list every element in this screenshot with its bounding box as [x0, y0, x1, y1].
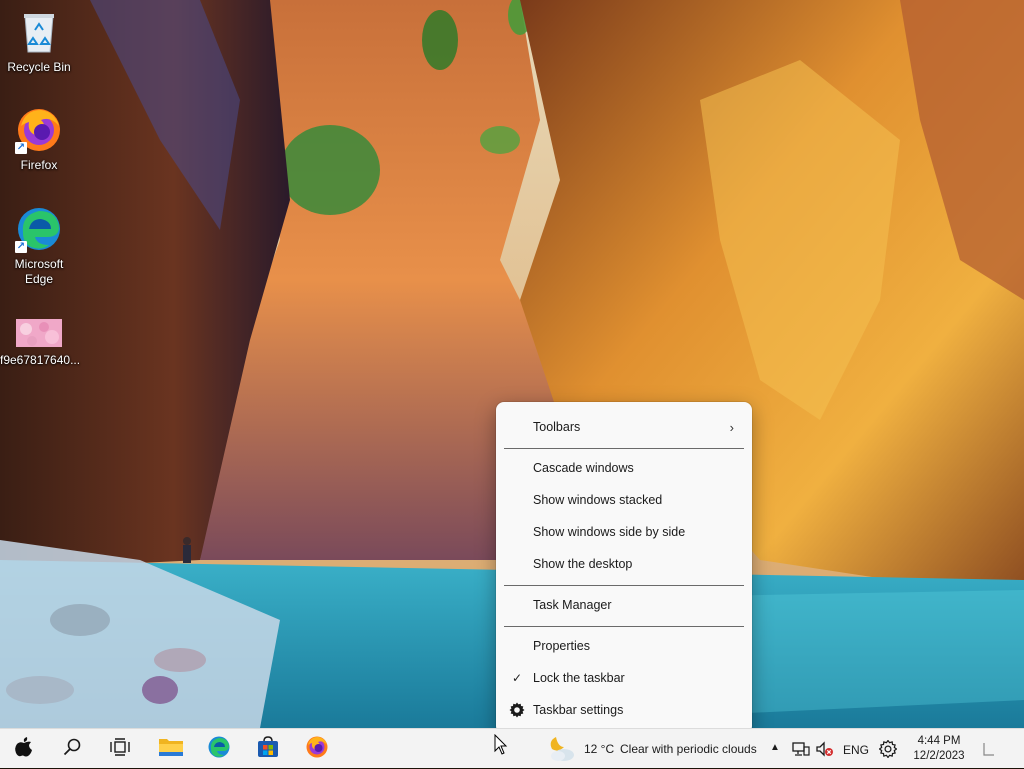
- store-icon: [256, 735, 280, 764]
- menu-item-label: Properties: [533, 639, 590, 653]
- search-button[interactable]: [52, 729, 92, 769]
- clock[interactable]: 4:44 PM 12/2/2023: [908, 734, 970, 764]
- shortcut-arrow-icon: ↗: [15, 241, 27, 253]
- search-icon: [63, 738, 81, 761]
- folder-icon: [158, 736, 184, 763]
- taskbar-context-menu: Toolbars › Cascade windows Show windows …: [496, 402, 752, 734]
- desktop-icon-label: Firefox: [20, 158, 58, 172]
- language-indicator[interactable]: ENG: [843, 743, 869, 757]
- edge-taskbar-button[interactable]: [199, 729, 239, 769]
- firefox-icon: [305, 735, 329, 764]
- menu-item-taskbar-settings[interactable]: Taskbar settings: [500, 695, 748, 725]
- desktop-icon-label: f9e67817640...: [0, 353, 81, 367]
- firefox-taskbar-button[interactable]: [297, 729, 337, 769]
- menu-item-label: Show windows side by side: [533, 525, 686, 539]
- menu-item-label: Task Manager: [533, 598, 612, 612]
- start-button[interactable]: [4, 729, 44, 769]
- image-file-icon: [16, 319, 62, 349]
- menu-separator: [504, 626, 744, 627]
- taskbar: 12 °C Clear with periodic clouds ▲ ENG 4…: [0, 728, 1024, 768]
- menu-item-label: Toolbars: [533, 420, 581, 434]
- edge-icon: [207, 735, 231, 764]
- desktop-icon-microsoft-edge[interactable]: ↗ Microsoft Edge: [0, 205, 78, 287]
- desktop-icon-label: Microsoft Edge: [14, 257, 64, 286]
- show-hidden-icons-chevron[interactable]: ▲: [770, 742, 780, 753]
- shortcut-arrow-icon: ↗: [15, 142, 27, 154]
- clock-time: 4:44 PM: [917, 735, 961, 747]
- menu-separator: [504, 585, 744, 586]
- task-view-button[interactable]: [100, 729, 140, 769]
- menu-separator: [504, 448, 744, 449]
- menu-item-label: Taskbar settings: [533, 703, 624, 717]
- show-desktop-icon[interactable]: [982, 741, 996, 762]
- recycle-bin-icon: [15, 8, 63, 56]
- network-icon[interactable]: [792, 741, 810, 762]
- weather-widget[interactable]: 12 °C Clear with periodic clouds: [540, 729, 762, 769]
- weather-temperature: 12 °C: [584, 742, 615, 756]
- menu-item-cascade-windows[interactable]: Cascade windows: [500, 453, 748, 483]
- gear-icon: [509, 702, 525, 721]
- partly-cloudy-icon: [544, 735, 576, 768]
- weather-condition: Clear with periodic clouds: [620, 742, 757, 756]
- edge-icon: ↗: [15, 205, 63, 253]
- menu-item-show-windows-side-by-side[interactable]: Show windows side by side: [500, 517, 748, 547]
- menu-item-properties[interactable]: Properties: [500, 631, 748, 661]
- menu-item-label: Show windows stacked: [533, 493, 663, 507]
- menu-item-toolbars[interactable]: Toolbars ›: [500, 412, 748, 442]
- firefox-icon: ↗: [15, 106, 63, 154]
- menu-item-label: Cascade windows: [533, 461, 634, 475]
- menu-item-show-the-desktop[interactable]: Show the desktop: [500, 549, 748, 579]
- start-icon: [13, 736, 35, 763]
- checkmark-icon: ✓: [512, 671, 523, 685]
- desktop-icon-label: Recycle Bin: [7, 60, 71, 74]
- file-explorer-button[interactable]: [151, 729, 191, 769]
- gear-icon[interactable]: [878, 739, 898, 763]
- desktop-icon-image-file[interactable]: f9e67817640...: [0, 319, 81, 368]
- microsoft-store-button[interactable]: [248, 729, 288, 769]
- menu-item-lock-the-taskbar[interactable]: ✓ Lock the taskbar: [500, 663, 748, 693]
- menu-item-task-manager[interactable]: Task Manager: [500, 590, 748, 620]
- volume-muted-icon[interactable]: [815, 741, 835, 762]
- desktop-icon-recycle-bin[interactable]: Recycle Bin: [0, 8, 78, 75]
- clock-date: 12/2/2023: [913, 750, 965, 762]
- desktop-icon-firefox[interactable]: ↗ Firefox: [0, 106, 78, 173]
- chevron-right-icon: ›: [729, 419, 734, 435]
- menu-item-show-windows-stacked[interactable]: Show windows stacked: [500, 485, 748, 515]
- menu-item-label: Lock the taskbar: [533, 671, 625, 685]
- mouse-cursor-icon: [494, 733, 508, 761]
- menu-item-label: Show the desktop: [533, 557, 633, 571]
- task-view-icon: [110, 737, 130, 761]
